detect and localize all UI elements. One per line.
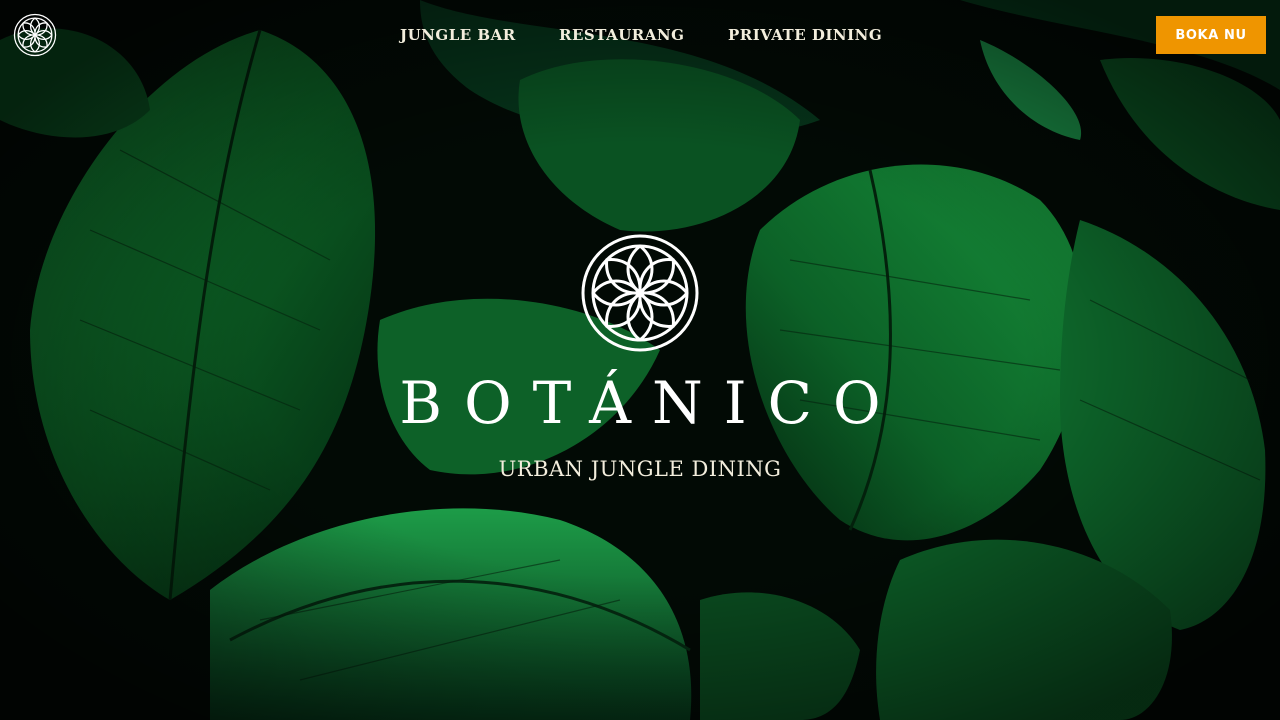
book-now-button[interactable]: BOKA NU [1156,16,1266,54]
nav-link-jungle-bar[interactable]: JUNGLE BAR [400,26,516,44]
main-navigation: JUNGLE BAR RESTAURANG PRIVATE DINING [0,26,1280,48]
brand-name: BOTÁNICO [399,369,902,437]
nav-link-restaurang[interactable]: RESTAURANG [559,26,684,44]
hero-background-image [0,0,1280,720]
nav-link-private-dining[interactable]: PRIVATE DINING [728,26,882,44]
rosette-logo-icon [581,234,699,352]
brand-tagline: URBAN JUNGLE DINING [498,457,782,481]
site-header: JUNGLE BAR RESTAURANG PRIVATE DINING BOK… [0,0,1280,70]
